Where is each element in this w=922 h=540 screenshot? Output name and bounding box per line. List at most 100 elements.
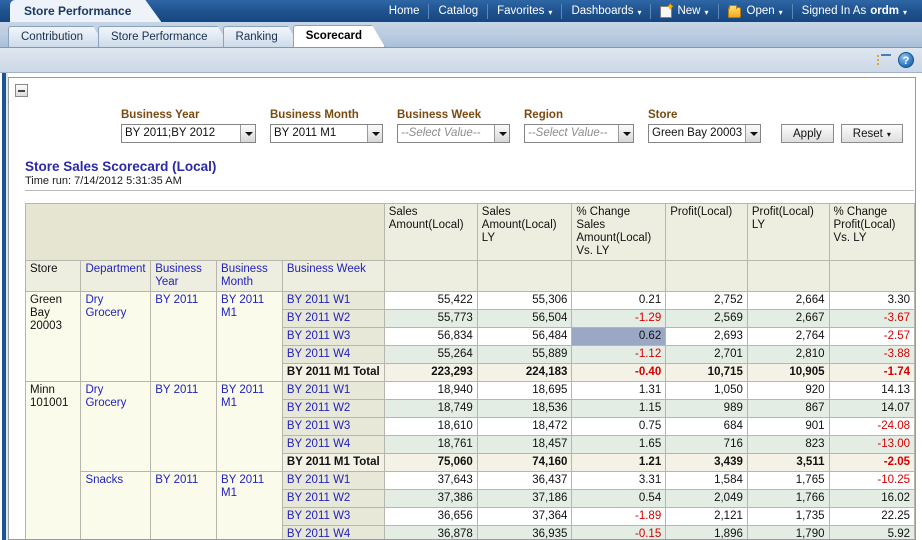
cell-profit-ly[interactable]: 1,790 (747, 526, 829, 540)
header-business-month[interactable]: Business Month (217, 261, 283, 292)
tab-scorecard[interactable]: Scorecard (293, 25, 385, 47)
cell-pct-change-sales[interactable]: 0.54 (572, 490, 666, 508)
cell-business-week[interactable]: BY 2011 W4 (282, 346, 384, 364)
cell-business-week[interactable]: BY 2011 W3 (282, 508, 384, 526)
cell-sales-amount-ly[interactable]: 18,695 (477, 382, 572, 400)
cell-pct-change-profit[interactable]: -3.67 (829, 310, 915, 328)
cell-profit-ly[interactable]: 2,810 (747, 346, 829, 364)
cell-profit[interactable]: 2,752 (666, 292, 748, 310)
cell-business-week[interactable]: BY 2011 W3 (282, 328, 384, 346)
cell-sales-amount[interactable]: 18,940 (384, 382, 477, 400)
cell-sales-amount-ly[interactable]: 37,186 (477, 490, 572, 508)
cell-sales-amount[interactable]: 55,773 (384, 310, 477, 328)
cell-sales-amount[interactable]: 55,264 (384, 346, 477, 364)
cell-business-week[interactable]: BY 2011 W2 (282, 400, 384, 418)
cell-sales-amount-ly[interactable]: 56,484 (477, 328, 572, 346)
cell-pct-change-sales[interactable]: -1.29 (572, 310, 666, 328)
tab-store-performance[interactable]: Store Performance (98, 26, 231, 47)
cell-business-week[interactable]: BY 2011 W4 (282, 526, 384, 540)
chevron-down-icon[interactable] (618, 125, 633, 142)
nav-signed-in-as[interactable]: Signed In As ordm ▾ (792, 4, 916, 19)
cell-pct-change-profit[interactable]: -24.08 (829, 418, 915, 436)
business-year-select[interactable]: BY 2011;BY 2012 (121, 124, 256, 143)
cell-sales-amount[interactable]: 18,610 (384, 418, 477, 436)
help-icon[interactable]: ? (898, 52, 914, 68)
cell-business-week[interactable]: BY 2011 W1 (282, 292, 384, 310)
cell-sales-amount[interactable]: 37,643 (384, 472, 477, 490)
reset-button[interactable]: Reset ▾ (841, 124, 903, 143)
cell-department[interactable]: Dry Grocery (81, 382, 151, 472)
cell-profit[interactable]: 684 (666, 418, 748, 436)
nav-open[interactable]: Open ▾ (718, 4, 792, 19)
cell-department[interactable]: Snacks (81, 472, 151, 540)
cell-profit-ly[interactable]: 920 (747, 382, 829, 400)
cell-pct-change-sales[interactable]: 0.62 (572, 328, 666, 346)
cell-pct-change-profit[interactable]: 14.07 (829, 400, 915, 418)
cell-pct-change-profit[interactable]: -3.88 (829, 346, 915, 364)
cell-profit-ly[interactable]: 1,735 (747, 508, 829, 526)
chevron-down-icon[interactable] (367, 125, 382, 142)
cell-sales-amount-ly[interactable]: 37,364 (477, 508, 572, 526)
nav-new[interactable]: New ▾ (650, 4, 717, 19)
cell-business-week[interactable]: BY 2011 W1 (282, 472, 384, 490)
apply-button[interactable]: Apply (781, 124, 834, 143)
cell-business-month[interactable]: BY 2011 M1 (217, 292, 283, 382)
header-sales-amount-ly[interactable]: Sales Amount(Local) LY (477, 204, 572, 261)
cell-pct-change-sales[interactable]: 0.21 (572, 292, 666, 310)
cell-pct-change-sales[interactable]: -1.12 (572, 346, 666, 364)
cell-profit-ly[interactable]: 2,664 (747, 292, 829, 310)
cell-sales-amount-ly[interactable]: 18,472 (477, 418, 572, 436)
cell-sales-amount[interactable]: 18,749 (384, 400, 477, 418)
cell-sales-amount[interactable]: 37,386 (384, 490, 477, 508)
collapse-section-icon[interactable] (15, 84, 28, 97)
chevron-down-icon[interactable] (240, 125, 255, 142)
header-department[interactable]: Department (81, 261, 151, 292)
cell-pct-change-sales[interactable]: 3.31 (572, 472, 666, 490)
cell-sales-amount[interactable]: 36,656 (384, 508, 477, 526)
nav-home[interactable]: Home (380, 4, 429, 19)
cell-profit[interactable]: 2,701 (666, 346, 748, 364)
cell-pct-change-profit[interactable]: -13.00 (829, 436, 915, 454)
cell-pct-change-sales[interactable]: 1.15 (572, 400, 666, 418)
cell-pct-change-profit[interactable]: 5.92 (829, 526, 915, 540)
cell-sales-amount-ly[interactable]: 55,889 (477, 346, 572, 364)
cell-sales-amount[interactable]: 36,878 (384, 526, 477, 540)
cell-business-year[interactable]: BY 2011 (151, 472, 217, 540)
cell-business-week[interactable]: BY 2011 W2 (282, 490, 384, 508)
cell-pct-change-sales[interactable]: 0.75 (572, 418, 666, 436)
cell-business-week[interactable]: BY 2011 W2 (282, 310, 384, 328)
cell-pct-change-profit[interactable]: -2.57 (829, 328, 915, 346)
cell-pct-change-profit[interactable]: 3.30 (829, 292, 915, 310)
cell-profit-ly[interactable]: 1,765 (747, 472, 829, 490)
cell-profit-ly[interactable]: 2,764 (747, 328, 829, 346)
cell-pct-change-sales[interactable]: 1.65 (572, 436, 666, 454)
cell-business-week[interactable]: BY 2011 W3 (282, 418, 384, 436)
cell-pct-change-profit[interactable]: 16.02 (829, 490, 915, 508)
app-title-tab[interactable]: Store Performance (10, 0, 161, 22)
tab-ranking[interactable]: Ranking (223, 26, 301, 47)
header-sales-amount[interactable]: Sales Amount(Local) (384, 204, 477, 261)
cell-profit[interactable]: 1,050 (666, 382, 748, 400)
cell-profit-ly[interactable]: 901 (747, 418, 829, 436)
business-week-select[interactable]: --Select Value-- (397, 124, 510, 143)
cell-business-year[interactable]: BY 2011 (151, 292, 217, 382)
header-pct-change-profit[interactable]: % Change Profit(Local) Vs. LY (829, 204, 915, 261)
cell-pct-change-sales[interactable]: -0.15 (572, 526, 666, 540)
cell-profit[interactable]: 1,896 (666, 526, 748, 540)
cell-sales-amount-ly[interactable]: 36,935 (477, 526, 572, 540)
cell-profit[interactable]: 716 (666, 436, 748, 454)
cell-pct-change-profit[interactable]: 14.13 (829, 382, 915, 400)
cell-profit-ly[interactable]: 2,667 (747, 310, 829, 328)
chevron-down-icon[interactable] (494, 125, 509, 142)
tab-contribution[interactable]: Contribution (8, 26, 106, 47)
cell-business-month[interactable]: BY 2011 M1 (217, 382, 283, 472)
cell-profit[interactable]: 2,693 (666, 328, 748, 346)
cell-business-year[interactable]: BY 2011 (151, 382, 217, 472)
header-store[interactable]: Store (26, 261, 81, 292)
cell-profit-ly[interactable]: 1,766 (747, 490, 829, 508)
cell-department[interactable]: Dry Grocery (81, 292, 151, 382)
cell-pct-change-sales[interactable]: -1.89 (572, 508, 666, 526)
nav-favorites[interactable]: Favorites ▾ (487, 4, 561, 19)
cell-sales-amount-ly[interactable]: 36,437 (477, 472, 572, 490)
cell-profit-ly[interactable]: 867 (747, 400, 829, 418)
